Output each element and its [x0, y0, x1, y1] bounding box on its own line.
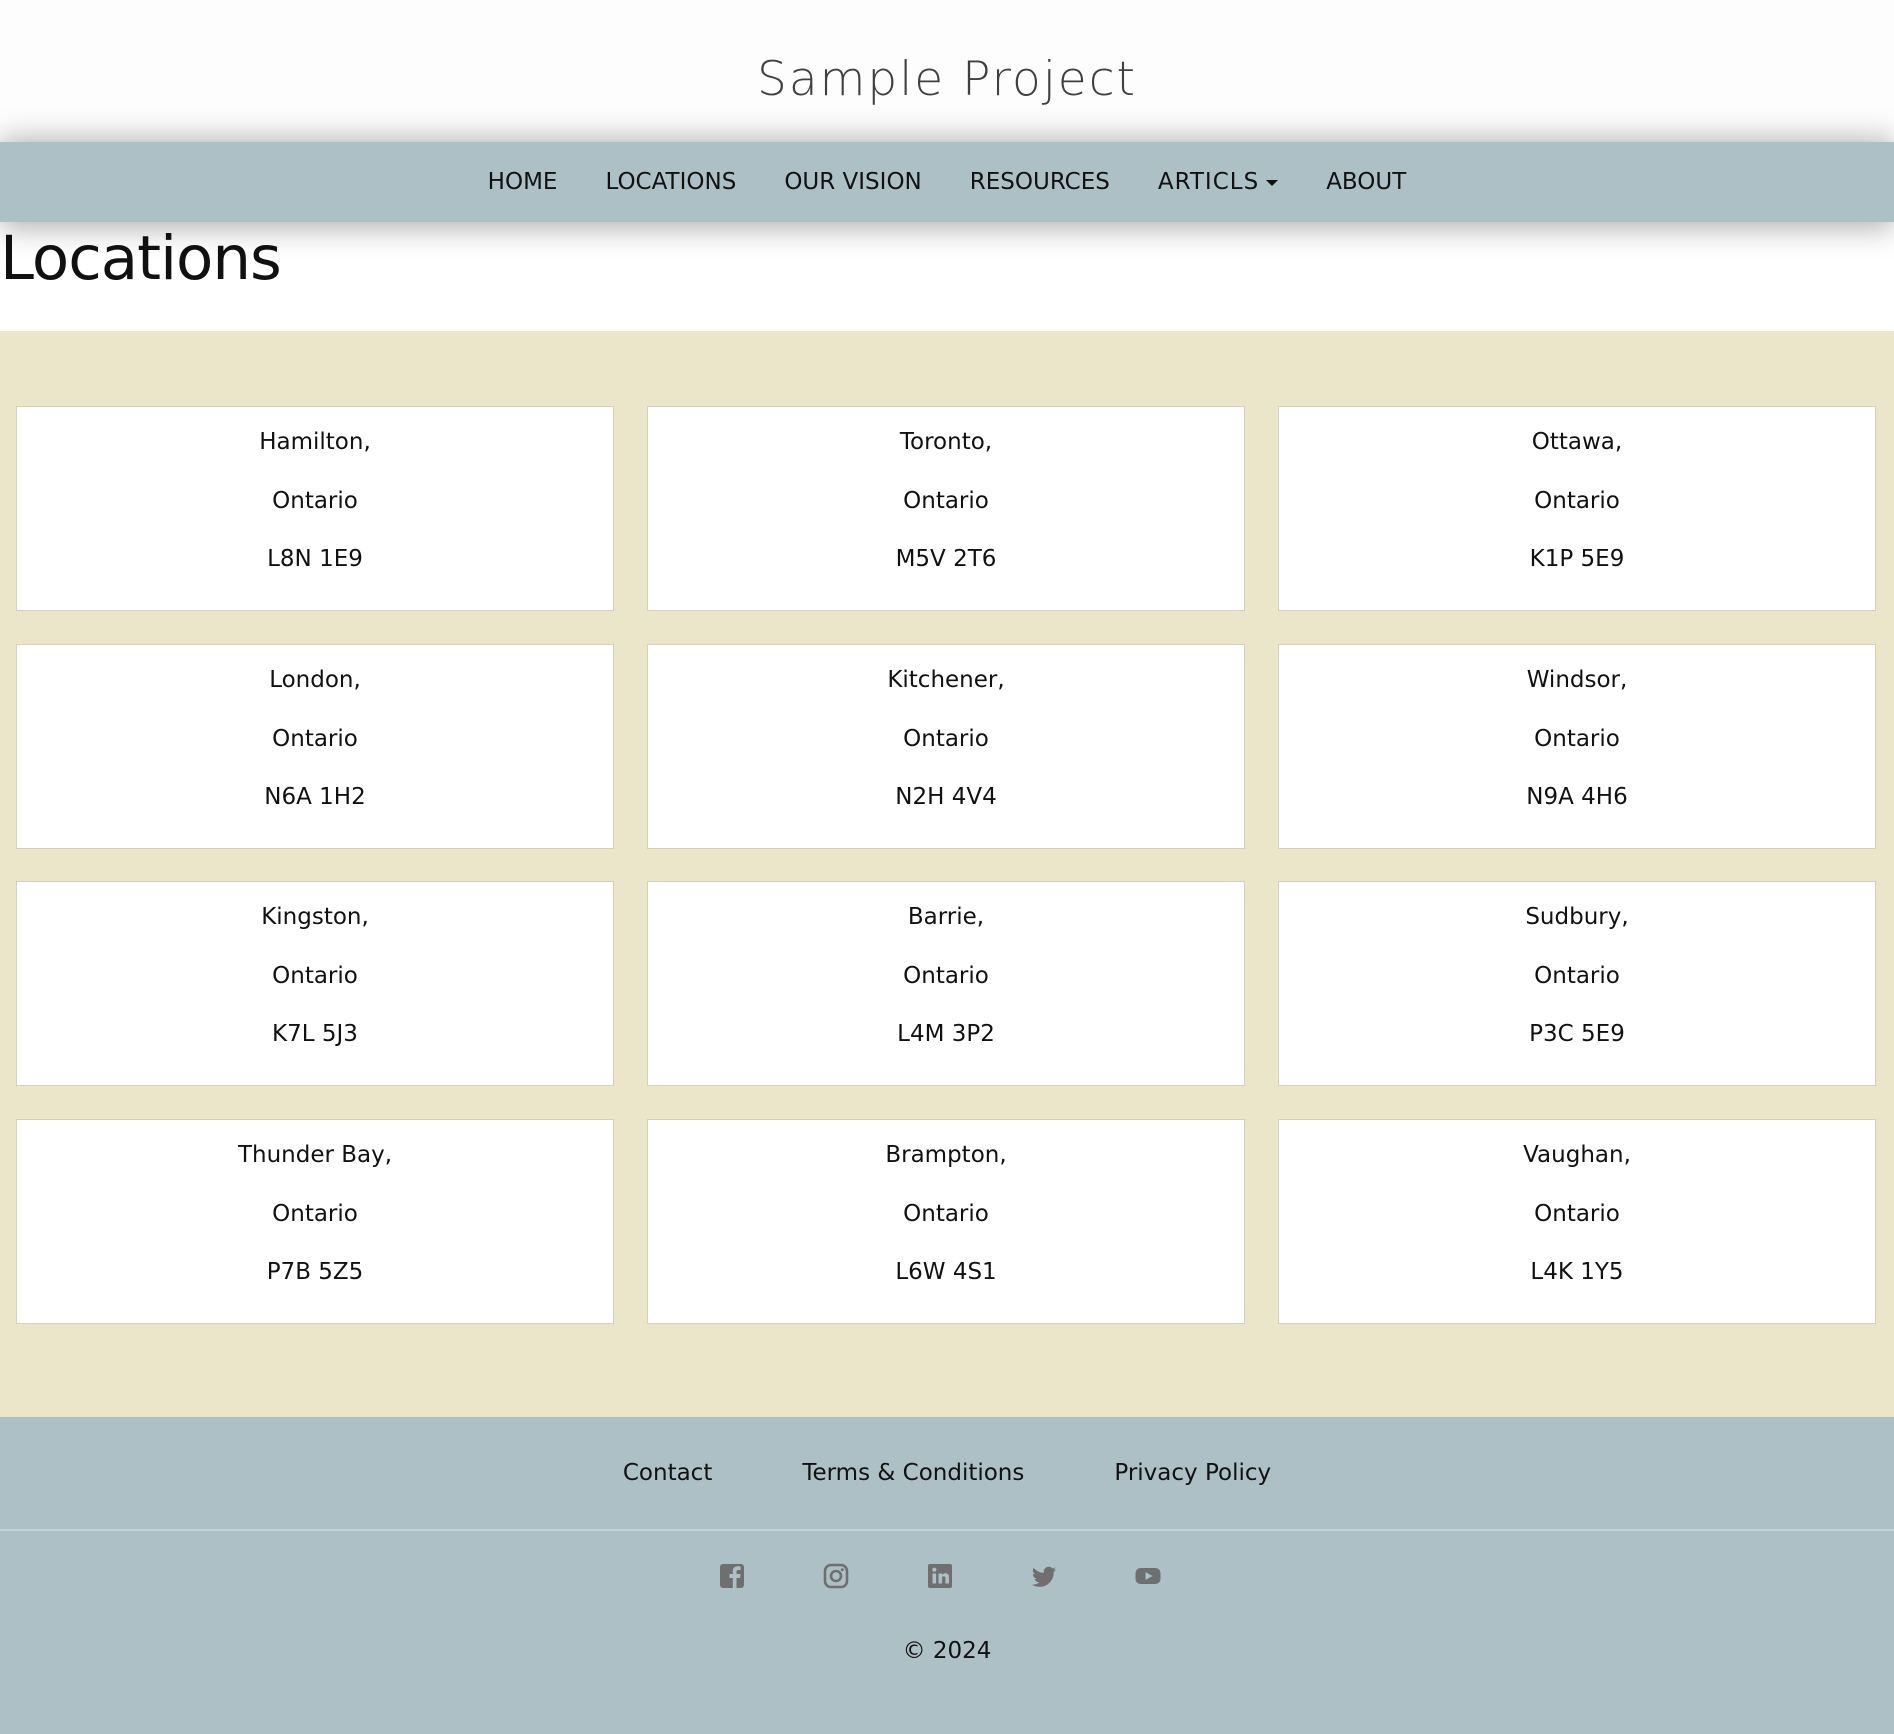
location-city: Kitchener, [887, 667, 1005, 693]
location-city: Kingston, [261, 904, 369, 930]
location-postal-code: M5V 2T6 [895, 546, 997, 572]
location-postal-code: K7L 5J3 [272, 1021, 358, 1047]
nav-resources-label: RESOURCES [969, 169, 1110, 195]
footer-links: Contact Terms & Conditions Privacy Polic… [0, 1417, 1894, 1529]
facebook-icon[interactable] [716, 1560, 748, 1592]
location-card: London, Ontario N6A 1H2 [16, 644, 614, 849]
location-postal-code: N2H 4V4 [895, 784, 997, 810]
caret-down-icon [1266, 179, 1279, 186]
location-province: Ontario [903, 488, 989, 514]
twitter-icon[interactable] [1028, 1560, 1060, 1592]
location-card: Kingston, Ontario K7L 5J3 [16, 881, 614, 1086]
site-title[interactable]: Sample Project [0, 48, 1894, 112]
location-card: Vaughan, Ontario L4K 1Y5 [1278, 1119, 1876, 1324]
location-city: Windsor, [1526, 667, 1628, 693]
location-postal-code: P3C 5E9 [1529, 1021, 1625, 1047]
footer-link-privacy[interactable]: Privacy Policy [1069, 1460, 1316, 1486]
location-card: Sudbury, Ontario P3C 5E9 [1278, 881, 1876, 1086]
location-card: Brampton, Ontario L6W 4S1 [647, 1119, 1245, 1324]
main-navbar: HOME LOCATIONS OUR VISION RESOURCES ARTI… [0, 142, 1894, 222]
site-header: Sample Project [0, 0, 1894, 142]
location-city: London, [269, 667, 361, 693]
location-city: Toronto, [899, 429, 993, 455]
footer-link-terms[interactable]: Terms & Conditions [757, 1460, 1069, 1486]
footer-link-contact[interactable]: Contact [578, 1460, 757, 1486]
social-icons-row [0, 1546, 1894, 1606]
location-card: Barrie, Ontario L4M 3P2 [647, 881, 1245, 1086]
nav-articls-dropdown[interactable]: ARTICLS [1134, 142, 1302, 222]
location-province: Ontario [1534, 963, 1620, 989]
location-city: Thunder Bay, [237, 1142, 393, 1168]
location-postal-code: N9A 4H6 [1526, 784, 1628, 810]
location-postal-code: K1P 5E9 [1529, 546, 1625, 572]
location-city: Brampton, [885, 1142, 1007, 1168]
nav-home[interactable]: HOME [464, 142, 582, 222]
nav-locations[interactable]: LOCATIONS [581, 142, 760, 222]
location-city: Hamilton, [259, 429, 371, 455]
location-postal-code: L4M 3P2 [897, 1021, 995, 1047]
nav-our-vision-label: OUR VISION [784, 169, 922, 195]
location-province: Ontario [903, 1201, 989, 1227]
nav-about[interactable]: ABOUT [1302, 142, 1430, 222]
location-city: Barrie, [907, 904, 985, 930]
location-province: Ontario [272, 488, 358, 514]
nav-locations-label: LOCATIONS [605, 169, 737, 195]
location-card: Windsor, Ontario N9A 4H6 [1278, 644, 1876, 849]
location-city: Ottawa, [1531, 429, 1623, 455]
location-province: Ontario [903, 963, 989, 989]
locations-section: Hamilton, Ontario L8N 1E9 Toronto, Ontario M5… [0, 331, 1894, 1417]
location-postal-code: N6A 1H2 [264, 784, 366, 810]
location-card: Toronto, Ontario M5V 2T6 [647, 406, 1245, 611]
nav-resources[interactable]: RESOURCES [946, 142, 1134, 222]
nav-home-label: HOME [487, 169, 558, 195]
location-province: Ontario [272, 1201, 358, 1227]
location-province: Ontario [1534, 726, 1620, 752]
location-province: Ontario [1534, 1201, 1620, 1227]
location-province: Ontario [903, 726, 989, 752]
instagram-icon[interactable] [820, 1560, 852, 1592]
youtube-icon[interactable] [1132, 1560, 1164, 1592]
location-province: Ontario [1534, 488, 1620, 514]
location-card: Kitchener, Ontario N2H 4V4 [647, 644, 1245, 849]
nav-articls-label: ARTICLS [1157, 169, 1260, 195]
location-card: Ottawa, Ontario K1P 5E9 [1278, 406, 1876, 611]
location-card: Thunder Bay, Ontario P7B 5Z5 [16, 1119, 614, 1324]
linkedin-icon[interactable] [924, 1560, 956, 1592]
location-province: Ontario [272, 963, 358, 989]
location-city: Vaughan, [1523, 1142, 1631, 1168]
location-city: Sudbury, [1525, 904, 1629, 930]
copyright-text: © 2024 [902, 1638, 992, 1664]
footer-divider [0, 1529, 1894, 1531]
location-province: Ontario [272, 726, 358, 752]
nav-our-vision[interactable]: OUR VISION [760, 142, 945, 222]
location-postal-code: P7B 5Z5 [266, 1259, 364, 1285]
location-postal-code: L4K 1Y5 [1530, 1259, 1624, 1285]
location-postal-code: L6W 4S1 [895, 1259, 997, 1285]
page-title: Locations [0, 223, 282, 294]
location-postal-code: L8N 1E9 [267, 546, 363, 572]
nav-about-label: ABOUT [1326, 169, 1407, 195]
location-card: Hamilton, Ontario L8N 1E9 [16, 406, 614, 611]
